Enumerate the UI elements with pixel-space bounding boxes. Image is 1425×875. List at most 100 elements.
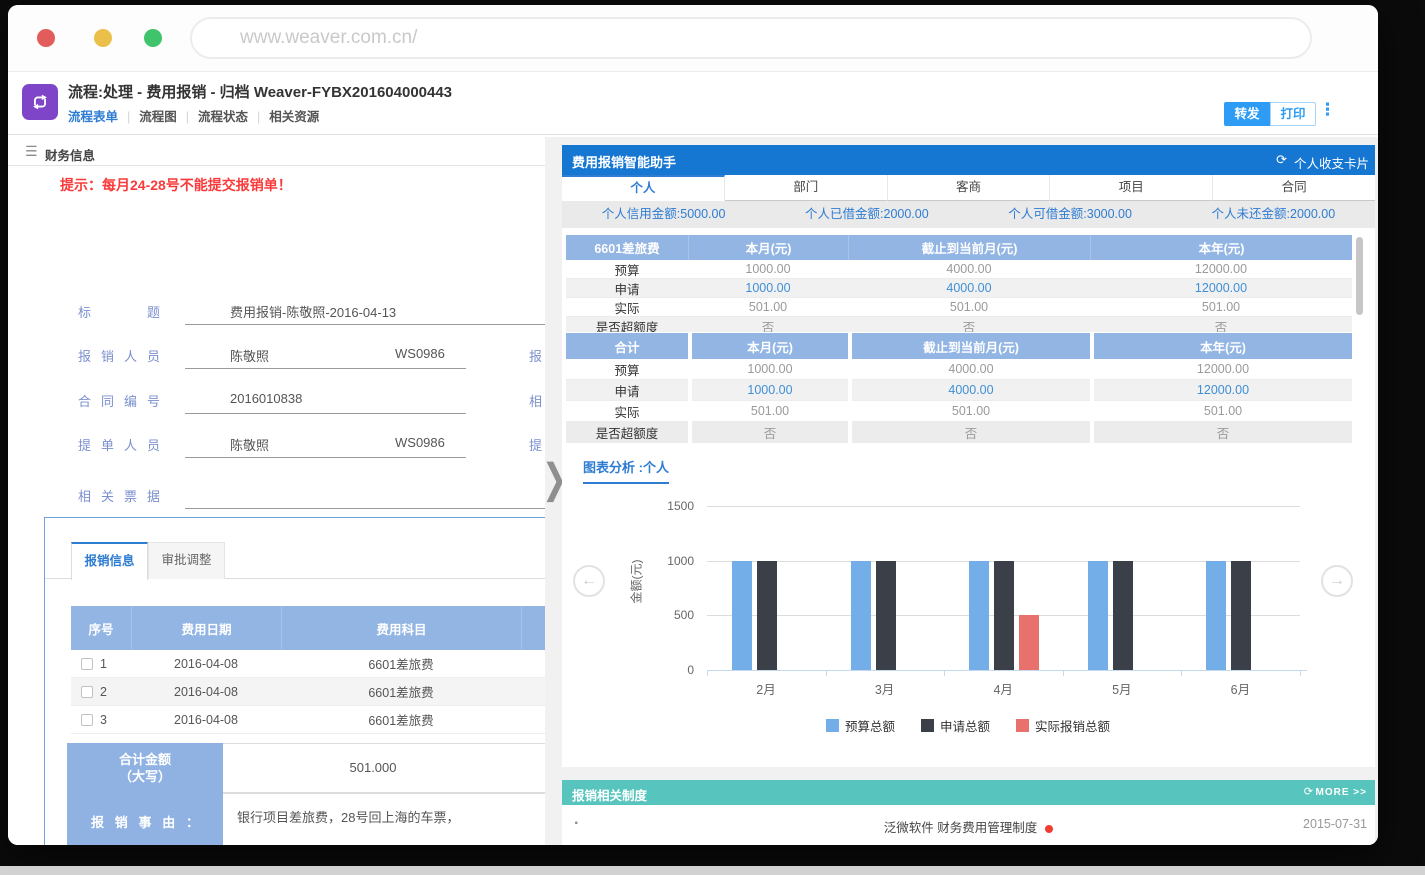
- assistant-tab-部门[interactable]: 部门: [725, 175, 888, 201]
- bar-预算总额: [1206, 561, 1226, 670]
- chart-legend: 预算总额 申请总额 实际报销总额: [628, 716, 1308, 735]
- row-index-cell: 3: [71, 706, 131, 733]
- expense-subject-cell: 6601差旅费: [281, 706, 521, 733]
- budget-value[interactable]: 1000.00: [692, 380, 848, 401]
- tab-流程图[interactable]: 流程图: [139, 110, 177, 124]
- row-number: 2: [100, 685, 107, 699]
- tab-相关资源[interactable]: 相关资源: [269, 110, 319, 124]
- budget-table-header: 6601差旅费本月(元)截止到当前月(元)本年(元): [566, 235, 1352, 260]
- budget-value: 否: [692, 422, 848, 443]
- policy-box: 报销相关制度 ⟳ MORE >> · 泛微软件 财务费用管理制度 2015-07…: [562, 780, 1375, 845]
- tab-流程状态[interactable]: 流程状态: [198, 110, 248, 124]
- expense-detail-box: 报销信息 审批调整 序号费用日期费用科目 12016-04-086601差旅费2…: [44, 517, 545, 845]
- forward-button[interactable]: 转发: [1224, 102, 1270, 126]
- column-header: 费用科目: [281, 606, 521, 650]
- table-scrollbar-thumb[interactable]: [1356, 237, 1363, 315]
- policy-header: 报销相关制度 ⟳ MORE >>: [562, 780, 1375, 805]
- refresh-icon[interactable]: ⟳: [1276, 152, 1287, 168]
- field-underline: [185, 508, 545, 509]
- x-category-label: 2月: [707, 679, 825, 698]
- field-underline: [185, 324, 545, 325]
- budget-value: 否: [848, 317, 1090, 332]
- row-number: 3: [100, 713, 107, 727]
- close-window-button[interactable]: [37, 29, 55, 47]
- title-field-value[interactable]: 费用报销-陈敬照-2016-04-13: [230, 302, 396, 321]
- minimize-window-button[interactable]: [94, 29, 112, 47]
- finance-form-panel: ☰ 财务信息 提示：每月24-28号不能提交报销单！ 标题 费用报销-陈敬照-2…: [8, 137, 545, 845]
- budget-row-预算: 预算1000.004000.0012000.00: [566, 260, 1352, 279]
- claimant-name-value[interactable]: 陈敬照: [230, 346, 269, 365]
- row-checkbox[interactable]: [81, 714, 93, 726]
- policy-more-link[interactable]: MORE >>: [1316, 787, 1367, 798]
- reason-value[interactable]: 银行项目差旅费，28号回上海的车票，: [237, 807, 459, 826]
- bar-预算总额: [1088, 561, 1108, 670]
- budget-value[interactable]: 12000.00: [1090, 279, 1352, 297]
- url-input[interactable]: [192, 19, 1310, 57]
- gridline: [707, 506, 1300, 507]
- tab-expense-info[interactable]: 报销信息: [71, 542, 148, 580]
- credit-metrics-row: 个人信用金额:5000.00个人已借金额:2000.00个人可借金额:3000.…: [562, 201, 1375, 228]
- x-category-label: 6月: [1181, 679, 1299, 698]
- row-index-cell: 2: [71, 678, 131, 705]
- legend-item-预算总额[interactable]: 预算总额: [826, 716, 895, 735]
- contract-number-value[interactable]: 2016010838: [230, 391, 302, 406]
- chart-next-button[interactable]: →: [1321, 565, 1353, 597]
- submitter-name-value[interactable]: 陈敬照: [230, 435, 269, 454]
- hamburger-icon[interactable]: ☰: [25, 143, 38, 160]
- expense-subject-cell: 6601差旅费: [281, 650, 521, 677]
- legend-item-申请总额[interactable]: 申请总额: [921, 716, 990, 735]
- assistant-title: 费用报销智能助手: [572, 152, 676, 171]
- app-header: 流程:处理 - 费用报销 - 归档 Weaver-FYBX20160400044…: [8, 72, 1378, 135]
- field-underline: [185, 368, 466, 369]
- budget-value[interactable]: 4000.00: [852, 380, 1090, 401]
- assistant-tab-客商[interactable]: 客商: [888, 175, 1051, 201]
- budget-row-实际: 实际501.00501.00501.00: [566, 401, 1352, 422]
- field-label: 提单人员: [78, 435, 160, 454]
- expense-date-cell: 2016-04-08: [131, 706, 281, 733]
- chart-prev-button[interactable]: ←: [573, 565, 605, 597]
- budget-value[interactable]: 12000.00: [1094, 380, 1352, 401]
- clipped-label: 相: [529, 391, 545, 410]
- finance-section-title: 财务信息: [45, 145, 95, 164]
- page-title: 流程:处理 - 费用报销 - 归档 Weaver-FYBX20160400044…: [68, 81, 452, 102]
- personal-card-link[interactable]: 个人收支卡片: [1294, 153, 1369, 172]
- maximize-window-button[interactable]: [144, 29, 162, 47]
- budget-value: 501.00: [688, 298, 848, 316]
- assistant-panel: 费用报销智能助手 ⟳ 个人收支卡片 个人部门客商项目合同 个人信用金额:5000…: [562, 137, 1378, 845]
- assistant-tab-项目[interactable]: 项目: [1050, 175, 1213, 201]
- assistant-tab-合同[interactable]: 合同: [1213, 175, 1375, 201]
- tab-approval-adjust[interactable]: 审批调整: [148, 542, 225, 579]
- row-checkbox[interactable]: [81, 658, 93, 670]
- row-label: 预算: [566, 359, 688, 380]
- column-header: 截止到当前月(元): [852, 333, 1090, 359]
- total-amount-row: 合计金额 （大写） 501.000 伍佰零壹圆: [67, 743, 545, 793]
- row-index-cell: 1: [71, 650, 131, 677]
- credit-metric: 个人已借金额:2000.00: [765, 201, 968, 228]
- budget-value: 否: [1090, 317, 1352, 332]
- tab-流程表单[interactable]: 流程表单: [68, 110, 118, 124]
- budget-value: 否: [1094, 422, 1352, 443]
- expense-date-cell: 2016-04-08: [131, 678, 281, 705]
- x-tick: [707, 670, 708, 676]
- legend-item-实际报销总额[interactable]: 实际报销总额: [1016, 716, 1110, 735]
- chart-analysis-title: 图表分析 :个人: [583, 457, 669, 484]
- policy-item-link[interactable]: 泛微软件 财务费用管理制度: [562, 817, 1375, 836]
- legend-label: 预算总额: [845, 716, 895, 735]
- tab-separator: |: [257, 110, 260, 124]
- x-category-label: 5月: [1063, 679, 1181, 698]
- assistant-tabs: 个人部门客商项目合同: [562, 175, 1375, 201]
- refresh-icon[interactable]: ⟳: [1304, 785, 1313, 798]
- more-menu-icon[interactable]: ⋮: [1319, 100, 1336, 120]
- budget-value[interactable]: 4000.00: [848, 279, 1090, 297]
- print-button[interactable]: 打印: [1270, 102, 1316, 126]
- policy-item-row: · 泛微软件 财务费用管理制度 2015-07-31: [562, 805, 1375, 845]
- budget-value: 501.00: [692, 401, 848, 422]
- content-area: ☰ 财务信息 提示：每月24-28号不能提交报销单！ 标题 费用报销-陈敬照-2…: [8, 137, 1378, 845]
- row-checkbox[interactable]: [81, 686, 93, 698]
- budget-value[interactable]: 1000.00: [688, 279, 848, 297]
- assistant-tab-个人[interactable]: 个人: [562, 175, 725, 201]
- url-bar: [190, 17, 1312, 59]
- bar-预算总额: [851, 561, 871, 670]
- bar-实际报销总额: [1019, 615, 1039, 670]
- x-category-label: 4月: [944, 679, 1062, 698]
